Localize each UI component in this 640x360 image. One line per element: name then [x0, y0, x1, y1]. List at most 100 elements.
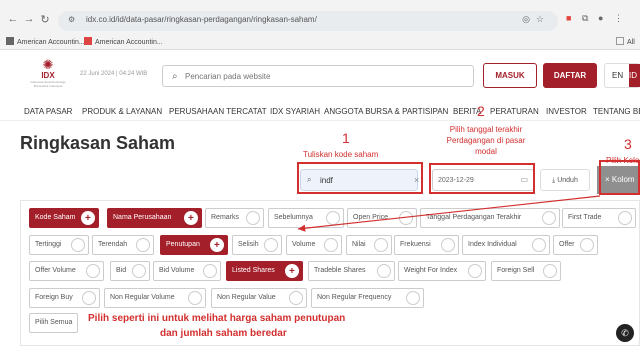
toggle-circle-icon[interactable] — [406, 291, 420, 305]
column-chip-foreign-sell[interactable]: Foreign Sell — [491, 261, 561, 281]
all-bookmarks[interactable]: All — [616, 37, 635, 46]
toggle-circle-icon[interactable] — [132, 264, 146, 278]
toggle-circle-icon[interactable] — [441, 238, 455, 252]
language-switch[interactable]: EN ID — [604, 63, 640, 88]
drag-move-icon[interactable] — [184, 210, 198, 228]
column-chip-nilai[interactable]: Nilai — [346, 235, 392, 255]
drag-move-icon[interactable] — [285, 263, 299, 281]
profile-icon[interactable]: ● — [598, 13, 603, 23]
column-chip-weight-for-index[interactable]: Weight For Index — [398, 261, 486, 281]
pilih-semua-button[interactable]: Pilih Semua — [29, 313, 79, 333]
column-chip-index-individual[interactable]: Index Individual — [462, 235, 550, 255]
extensions-icon[interactable]: ⧉ — [582, 13, 588, 24]
gmail-icon — [84, 37, 92, 45]
main-nav: DATA PASAR PRODUK & LAYANAN PERUSAHAAN T… — [0, 103, 640, 121]
column-chip-remarks[interactable]: Remarks — [205, 208, 264, 228]
url-bar[interactable]: ⚙ idx.co.id/id/data-pasar/ringkasan-perd… — [58, 11, 558, 31]
toggle-circle-icon[interactable] — [532, 238, 546, 252]
toggle-circle-icon[interactable] — [374, 238, 388, 252]
site-info-icon[interactable]: ⚙ — [68, 15, 75, 24]
toggle-circle-icon[interactable] — [246, 211, 260, 225]
column-chip-first-trade[interactable]: First Trade — [562, 208, 636, 228]
toggle-circle-icon[interactable] — [543, 264, 557, 278]
column-chip-listed-shares[interactable]: Listed Shares — [226, 261, 303, 281]
toggle-circle-icon[interactable] — [86, 264, 100, 278]
toggle-circle-icon[interactable] — [399, 211, 413, 225]
toggle-circle-icon[interactable] — [324, 238, 338, 252]
extension-icon[interactable]: ■ — [566, 13, 571, 23]
column-chip-frekuensi[interactable]: Frekuensi — [394, 235, 459, 255]
nav-item[interactable]: PERUSAHAAN TERCATAT — [169, 107, 267, 116]
column-chip-bid[interactable]: Bid — [110, 261, 150, 281]
toggle-circle-icon[interactable] — [580, 238, 594, 252]
toggle-circle-icon[interactable] — [618, 211, 632, 225]
column-chip-volume[interactable]: Volume — [286, 235, 342, 255]
column-chip-non-regular-value[interactable]: Non Regular Value — [211, 288, 307, 308]
column-chip-offer-volume[interactable]: Offer Volume — [29, 261, 104, 281]
column-chip-tradeble-shares[interactable]: Tradeble Shares — [308, 261, 395, 281]
toggle-circle-icon[interactable] — [264, 238, 278, 252]
column-chip-open-price[interactable]: Open Price — [347, 208, 417, 228]
logo-mark-icon: ✺ — [42, 57, 54, 72]
back-icon[interactable]: ← — [6, 13, 20, 25]
nav-item[interactable]: PERATURAN — [490, 107, 539, 116]
drag-move-icon[interactable] — [81, 210, 95, 228]
column-chip-bid-volume[interactable]: Bid Volume — [153, 261, 221, 281]
bookmark-2[interactable]: American Accountin... — [84, 37, 163, 46]
column-chip-foreign-buy[interactable]: Foreign Buy — [29, 288, 100, 308]
toggle-circle-icon[interactable] — [289, 291, 303, 305]
bookmark-1[interactable]: American Accountin... — [6, 37, 85, 46]
folder-icon — [616, 37, 624, 45]
download-icon: ⤓ — [552, 177, 556, 184]
reload-icon[interactable]: ↻ — [38, 13, 52, 26]
toggle-circle-icon[interactable] — [82, 291, 96, 305]
url-actions-icon[interactable]: ◎☆ — [522, 14, 550, 25]
drag-move-icon[interactable] — [210, 237, 224, 255]
toggle-circle-icon[interactable] — [188, 291, 202, 305]
column-chip-tertinggi[interactable]: Tertinggi — [29, 235, 89, 255]
browser-chrome: ← → ↻ ⚙ idx.co.id/id/data-pasar/ringkasa… — [0, 0, 640, 50]
nav-item[interactable]: ANGGOTA BURSA & PARTISIPAN — [324, 107, 448, 116]
toggle-circle-icon[interactable] — [542, 211, 556, 225]
lang-id[interactable]: ID — [629, 64, 640, 87]
forward-icon[interactable]: → — [22, 13, 36, 25]
highlight-step-3 — [599, 160, 640, 195]
unduh-button[interactable]: ⤓ Unduh — [540, 169, 590, 191]
toggle-circle-icon[interactable] — [203, 264, 217, 278]
annotation-bottom-text-2: dan jumlah saham beredar — [160, 328, 287, 339]
nav-item[interactable]: IDX SYARIAH — [270, 107, 320, 116]
toggle-circle-icon[interactable] — [136, 238, 150, 252]
lang-en[interactable]: EN — [612, 71, 623, 80]
masuk-button[interactable]: MASUK — [483, 63, 537, 88]
column-chip-tanggal-perdagangan-terakhir[interactable]: Tanggal Perdagangan Terakhir — [420, 208, 560, 228]
column-chip-kode-saham[interactable]: Kode Saham — [29, 208, 99, 228]
toggle-circle-icon[interactable] — [468, 264, 482, 278]
toggle-circle-icon[interactable] — [377, 264, 391, 278]
annotation-step-2: 2 — [477, 103, 485, 119]
toggle-circle-icon[interactable] — [71, 238, 85, 252]
column-chip-non-regular-volume[interactable]: Non Regular Volume — [104, 288, 206, 308]
idx-logo[interactable]: ✺ IDX Indonesia Stock Exchange Bursa Efe… — [28, 58, 68, 88]
menu-icon[interactable]: ⋮ — [614, 13, 623, 24]
url-text: idx.co.id/id/data-pasar/ringkasan-perdag… — [86, 15, 317, 24]
daftar-button[interactable]: DAFTAR — [543, 63, 597, 88]
nav-item[interactable]: DATA PASAR — [24, 107, 72, 116]
column-chip-nama-perusahaan[interactable]: Nama Perusahaan — [107, 208, 202, 228]
column-chip-sebelumnya[interactable]: Sebelumnya — [268, 208, 344, 228]
column-chip-terendah[interactable]: Terendah — [92, 235, 154, 255]
header-date: 22 Juni 2024 | 04:24 WIB — [80, 71, 148, 77]
annotation-bottom-text-1: Pilih seperti ini untuk melihat harga sa… — [88, 313, 346, 324]
page-title: Ringkasan Saham — [20, 133, 176, 153]
nav-item[interactable]: TENTANG BEI — [593, 107, 640, 116]
whatsapp-icon[interactable]: ✆ — [616, 324, 634, 342]
nav-item[interactable]: INVESTOR — [546, 107, 587, 116]
column-chip-penutupan[interactable]: Penutupan — [160, 235, 228, 255]
column-chip-offer[interactable]: Offer — [553, 235, 598, 255]
site-search[interactable]: ⌕ — [162, 65, 474, 87]
toggle-circle-icon[interactable] — [326, 211, 340, 225]
nav-item[interactable]: PRODUK & LAYANAN — [82, 107, 162, 116]
bookmark-favicon-icon — [6, 37, 14, 45]
site-search-input[interactable] — [185, 69, 455, 83]
column-chip-selisih[interactable]: Selisih — [232, 235, 282, 255]
column-chip-non-regular-frequency[interactable]: Non Regular Frequency — [311, 288, 424, 308]
